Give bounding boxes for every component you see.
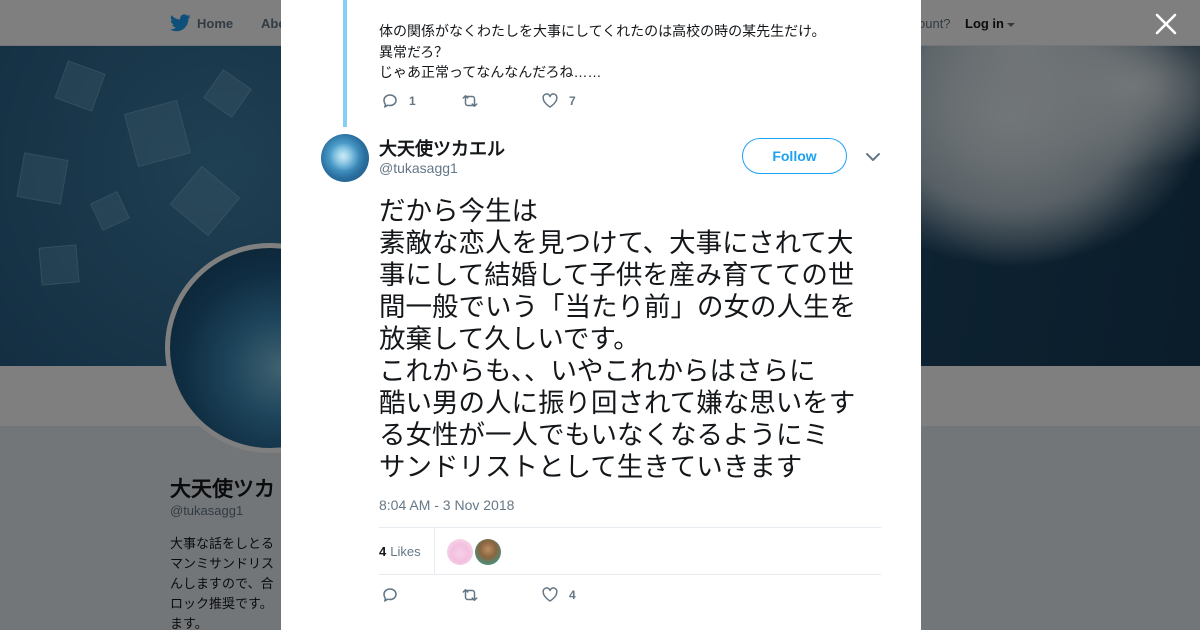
reply-count: 1 bbox=[409, 94, 416, 108]
tweet-line: サンドリストとして生きていきます bbox=[379, 452, 803, 482]
previous-tweet-text: 体の関係がなくわたしを大事にしてくれたのは高校の時の某先生だけ。 異常だろ？ じ… bbox=[379, 21, 825, 83]
retweet-icon bbox=[462, 95, 478, 107]
tweet-timestamp[interactable]: 8:04 AM - 3 Nov 2018 bbox=[379, 497, 514, 513]
thread-connector-line bbox=[343, 0, 347, 127]
author-avatar[interactable] bbox=[321, 134, 369, 182]
close-icon[interactable] bbox=[1154, 12, 1178, 36]
tweet-line: 間一般でいう「当たり前」の女の人生を bbox=[379, 292, 856, 322]
reply-button[interactable] bbox=[381, 586, 461, 604]
like-count: 7 bbox=[569, 94, 576, 108]
liker-avatar[interactable] bbox=[475, 539, 501, 565]
tweet-line: だから今生は bbox=[379, 196, 538, 226]
tweet-line: これからも、、いやこれからはさらに bbox=[379, 356, 816, 386]
previous-tweet-line: 体の関係がなくわたしを大事にしてくれたのは高校の時の某先生だけ。 bbox=[379, 23, 826, 39]
liker-avatar[interactable] bbox=[447, 539, 473, 565]
follow-button[interactable]: Follow bbox=[742, 138, 847, 174]
previous-tweet-line: 異常だろ？ bbox=[379, 43, 449, 60]
like-button[interactable]: 7 bbox=[541, 92, 621, 110]
heart-icon bbox=[542, 93, 558, 108]
tweet-modal: 体の関係がなくわたしを大事にしてくれたのは高校の時の某先生だけ。 異常だろ？ じ… bbox=[281, 0, 921, 630]
tweet-line: る女性が一人でもいなくなるようにミ bbox=[379, 420, 829, 450]
retweet-button[interactable] bbox=[461, 586, 541, 604]
chevron-down-icon[interactable] bbox=[865, 150, 881, 164]
author-handle[interactable]: @tukasagg1 bbox=[379, 160, 458, 176]
tweet-stats: 4 Likes bbox=[379, 527, 881, 575]
tweet-line: 放棄して久しいです。 bbox=[379, 324, 640, 354]
retweet-button[interactable] bbox=[461, 92, 541, 110]
likes-label: Likes bbox=[390, 543, 421, 559]
tweet-line: 事にして結婚して子供を産み育てての世 bbox=[379, 260, 855, 290]
tweet-text: だから今生は 素敵な恋人を見つけて、大事にされて大 事にして結婚して子供を産み育… bbox=[379, 195, 889, 483]
like-count: 4 bbox=[569, 588, 576, 602]
previous-tweet-line: じゃあ正常ってなんなんだろね…… bbox=[379, 64, 602, 80]
like-button[interactable]: 4 bbox=[541, 586, 621, 604]
retweet-icon bbox=[462, 589, 478, 601]
reply-button[interactable]: 1 bbox=[381, 92, 461, 110]
tweet-actions: 4 bbox=[381, 586, 621, 604]
likes-stat[interactable]: 4 Likes bbox=[379, 528, 435, 574]
tweet-line: 酷い男の人に振り回されて嫌な思いをす bbox=[379, 388, 856, 418]
previous-tweet-actions: 1 7 bbox=[381, 92, 621, 110]
author-name[interactable]: 大天使ツカエル bbox=[379, 135, 505, 161]
reply-icon bbox=[383, 94, 397, 108]
reply-icon bbox=[383, 588, 397, 602]
tweet-line: 素敵な恋人を見つけて、大事にされて大 bbox=[379, 228, 854, 258]
heart-icon bbox=[542, 587, 558, 602]
likes-count: 4 bbox=[379, 543, 387, 559]
